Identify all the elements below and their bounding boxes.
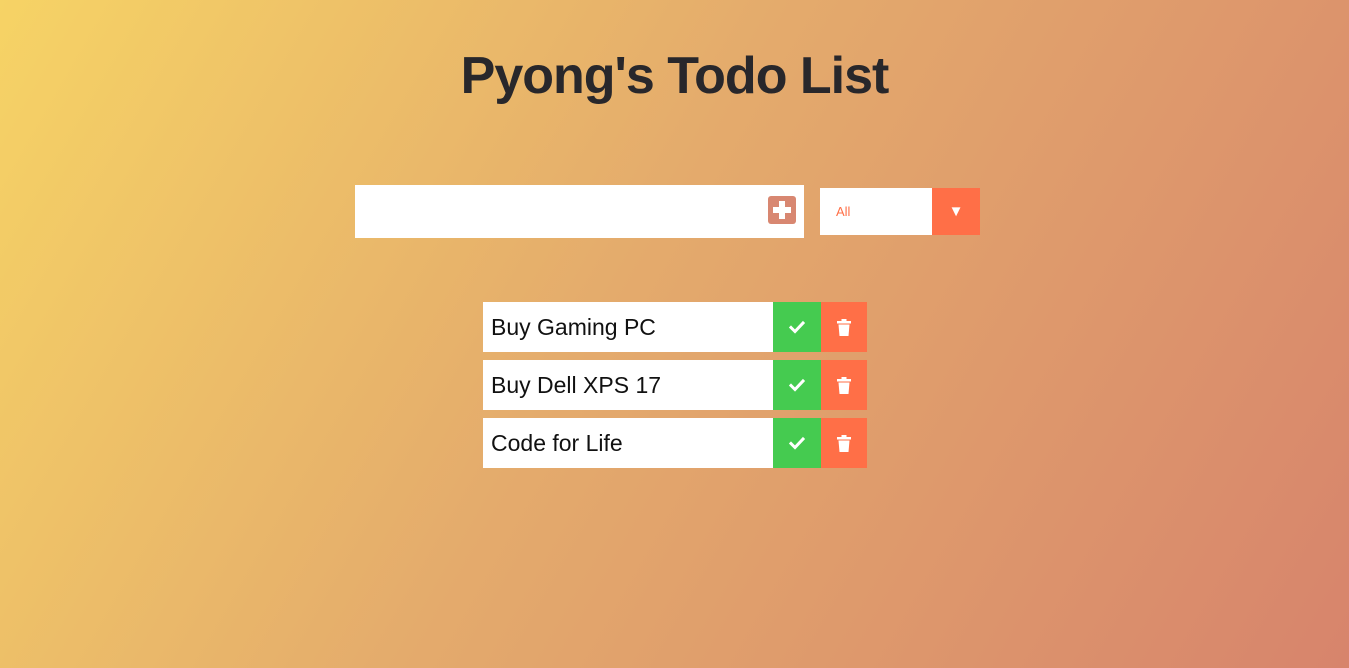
- check-icon: [789, 436, 805, 450]
- dropdown-arrow-icon[interactable]: ▼: [932, 188, 980, 235]
- add-todo-button[interactable]: [768, 196, 796, 224]
- todo-input[interactable]: [355, 185, 755, 238]
- trash-icon: [837, 434, 851, 452]
- filter-select[interactable]: All ▼: [820, 188, 980, 235]
- trash-icon: [837, 376, 851, 394]
- trash-icon: [837, 318, 851, 336]
- todo-item: Buy Gaming PC: [483, 302, 867, 352]
- todo-item: Buy Dell XPS 17: [483, 360, 867, 410]
- plus-square-icon: [773, 201, 791, 219]
- todo-text: Buy Dell XPS 17: [491, 372, 662, 398]
- todo-form: [355, 185, 804, 238]
- check-icon: [789, 378, 805, 392]
- todo-text: Code for Life: [491, 430, 623, 456]
- page-title: Pyong's Todo List: [460, 47, 890, 105]
- delete-button[interactable]: [821, 360, 867, 410]
- todo-item: Code for Life: [483, 418, 867, 468]
- todo-text: Buy Gaming PC: [491, 314, 656, 340]
- complete-button[interactable]: [773, 360, 821, 410]
- delete-button[interactable]: [821, 418, 867, 468]
- check-icon: [789, 320, 805, 334]
- complete-button[interactable]: [773, 418, 821, 468]
- delete-button[interactable]: [821, 302, 867, 352]
- filter-selected-value[interactable]: All: [820, 188, 932, 235]
- todo-list: Buy Gaming PC Buy Dell XPS 17 Code for L…: [483, 302, 867, 476]
- complete-button[interactable]: [773, 302, 821, 352]
